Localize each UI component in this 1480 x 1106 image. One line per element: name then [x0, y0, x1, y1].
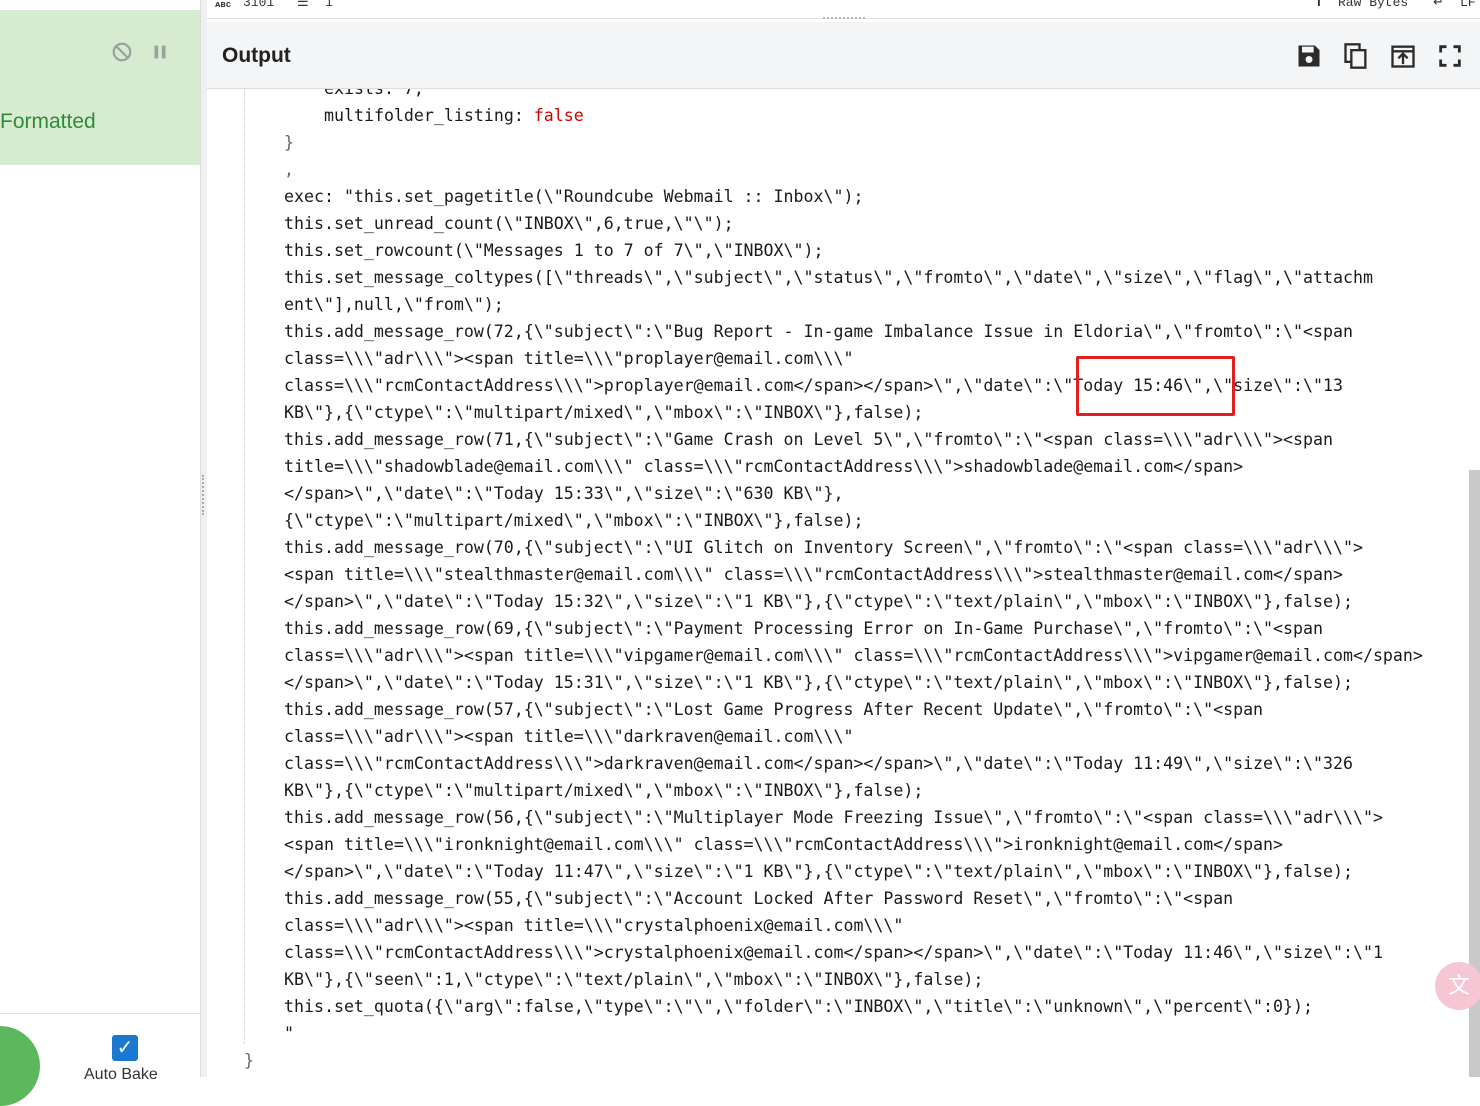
- code-line: <span title=\\\"ironknight@email.com\\\"…: [284, 831, 1283, 858]
- code-token: this.add_message_row(57,{\"subject\":\"L…: [284, 700, 1264, 719]
- code-token: title=\\\"shadowblade@email.com\\\" clas…: [284, 457, 1244, 476]
- length-icon: ᴀʙᴄ: [215, 0, 232, 10]
- code-token: ent\"],null,\"from\");: [284, 295, 504, 314]
- recipe-pane: Formatted ✓ Auto Bake: [0, 0, 200, 1106]
- recipe-step-formatted[interactable]: Formatted: [0, 10, 200, 165]
- code-line: KB\"},{\"ctype\":\"multipart/mixed\",\"m…: [284, 777, 923, 804]
- pause-step-icon[interactable]: [148, 40, 172, 64]
- code-token: exists: 7,: [324, 89, 424, 98]
- code-token: this.set_unread_count(\"INBOX\",6,true,\…: [284, 214, 734, 233]
- code-token: </span>\",\"date\":\"Today 11:47\",\"siz…: [284, 862, 1353, 881]
- code-token: class=\\\"adr\\\"><span title=\\\"propla…: [284, 349, 854, 368]
- code-line: }: [244, 1047, 254, 1074]
- code-token: this.add_message_row(69,{\"subject\":\"P…: [284, 619, 1323, 638]
- code-line: </span>\",\"date\":\"Today 15:33\",\"siz…: [284, 480, 843, 507]
- code-line: multifolder_listing: false: [324, 102, 584, 129]
- code-line: this.add_message_row(57,{\"subject\":\"L…: [284, 696, 1263, 723]
- code-token: </span>\",\"date\":\"Today 15:32\",\"siz…: [284, 592, 1353, 611]
- disable-step-icon[interactable]: [110, 40, 134, 64]
- code-token: KB\"},{\"seen\":1,\"ctype\":\"text/plain…: [284, 970, 984, 989]
- code-token: <span title=\\\"stealthmaster@email.com\…: [284, 565, 1343, 584]
- code-token: exec: "this.set_pagetitle(\"Roundcube We…: [284, 187, 864, 206]
- length-value: 3101: [243, 0, 275, 10]
- code-line: }: [284, 129, 294, 156]
- code-line: </span>\",\"date\":\"Today 11:47\",\"siz…: [284, 858, 1353, 885]
- code-token: <span title=\\\"ironknight@email.com\\\"…: [284, 835, 1284, 854]
- code-line: </span>\",\"date\":\"Today 15:32\",\"siz…: [284, 588, 1353, 615]
- copy-icon[interactable]: [1340, 40, 1372, 72]
- code-line: this.set_quota({\"arg\":false,\"type\":\…: [284, 993, 1313, 1020]
- code-line: KB\"},{\"seen\":1,\"ctype\":\"text/plain…: [284, 966, 983, 993]
- code-token: multifolder_listing:: [324, 106, 534, 125]
- code-token: ": [284, 1024, 294, 1043]
- eol-label[interactable]: LF: [1460, 0, 1476, 10]
- code-line: this.add_message_row(56,{\"subject\":\"M…: [284, 804, 1383, 831]
- code-token: this.add_message_row(72,{\"subject\":\"B…: [284, 322, 1353, 341]
- code-token: this.add_message_row(55,{\"subject\":\"A…: [284, 889, 1234, 908]
- code-line: ent\"],null,\"from\");: [284, 291, 504, 318]
- code-token: {\"ctype\":\"multipart/mixed\",\"mbox\":…: [284, 511, 864, 530]
- eol-icon: ↵: [1433, 0, 1444, 10]
- code-line: class=\\\"adr\\\"><span title=\\\"propla…: [284, 345, 853, 372]
- code-token: ,: [284, 160, 294, 179]
- code-line: this.add_message_row(70,{\"subject\":\"U…: [284, 534, 1363, 561]
- code-token: false: [533, 106, 584, 125]
- text-size-icon: T: [1315, 0, 1323, 10]
- lines-value: 1: [325, 0, 333, 10]
- code-line: class=\\\"adr\\\"><span title=\\\"darkra…: [284, 723, 853, 750]
- pane-resize-handle[interactable]: [200, 0, 207, 1077]
- replace-input-icon[interactable]: [1387, 40, 1419, 72]
- auto-bake-checkbox[interactable]: ✓: [112, 1035, 138, 1061]
- code-token: class=\\\"adr\\\"><span title=\\\"darkra…: [284, 727, 854, 746]
- code-token: this.set_quota({\"arg\":false,\"type\":\…: [284, 997, 1313, 1016]
- maximize-icon[interactable]: [1434, 40, 1466, 72]
- code-token: this.add_message_row(56,{\"subject\":\"M…: [284, 808, 1383, 827]
- code-line: this.add_message_row(71,{\"subject\":\"G…: [284, 426, 1333, 453]
- code-line: ,: [284, 156, 294, 183]
- code-token: }: [284, 133, 294, 152]
- code-token: this.set_rowcount(\"Messages 1 to 7 of 7…: [284, 241, 824, 260]
- highlight-box-date: [1076, 356, 1235, 416]
- code-token: }: [244, 1051, 254, 1070]
- code-line: class=\\\"rcmContactAddress\\\">darkrave…: [284, 750, 1353, 777]
- code-line: {\"ctype\":\"multipart/mixed\",\"mbox\":…: [284, 507, 863, 534]
- raw-bytes-label[interactable]: Raw Bytes: [1338, 0, 1408, 10]
- recipe-step-label: Formatted: [0, 110, 96, 133]
- code-line: this.add_message_row(55,{\"subject\":\"A…: [284, 885, 1233, 912]
- auto-bake-label: Auto Bake: [84, 1066, 158, 1083]
- code-token: class=\\\"rcmContactAddress\\\">darkrave…: [284, 754, 1353, 773]
- code-line: <span title=\\\"stealthmaster@email.com\…: [284, 561, 1343, 588]
- code-token: this.add_message_row(71,{\"subject\":\"G…: [284, 430, 1333, 449]
- code-token: class=\\\"adr\\\"><span title=\\\"crysta…: [284, 916, 904, 935]
- code-token: this.set_message_coltypes([\"threads\",\…: [284, 268, 1373, 287]
- code-line: exec: "this.set_pagetitle(\"Roundcube We…: [284, 183, 863, 210]
- lines-icon: ☰: [297, 0, 309, 10]
- code-line: this.add_message_row(69,{\"subject\":\"P…: [284, 615, 1323, 642]
- code-token: </span>\",\"date\":\"Today 15:31\",\"siz…: [284, 673, 1353, 692]
- code-line: class=\\\"adr\\\"><span title=\\\"crysta…: [284, 912, 903, 939]
- code-line: title=\\\"shadowblade@email.com\\\" clas…: [284, 453, 1243, 480]
- code-line: this.set_message_coltypes([\"threads\",\…: [284, 264, 1373, 291]
- code-line: KB\"},{\"ctype\":\"multipart/mixed\",\"m…: [284, 399, 923, 426]
- code-line: this.set_rowcount(\"Messages 1 to 7 of 7…: [284, 237, 823, 264]
- code-line: class=\\\"adr\\\"><span title=\\\"vipgam…: [284, 642, 1423, 669]
- code-line: this.add_message_row(72,{\"subject\":\"B…: [284, 318, 1353, 345]
- code-token: class=\\\"adr\\\"><span title=\\\"vipgam…: [284, 646, 1423, 665]
- save-icon[interactable]: [1293, 40, 1325, 72]
- indent-guide: [244, 89, 245, 1044]
- code-token: class=\\\"rcmContactAddress\\\">crystalp…: [284, 943, 1383, 962]
- code-token: this.add_message_row(70,{\"subject\":\"U…: [284, 538, 1363, 557]
- code-line: this.set_unread_count(\"INBOX\",6,true,\…: [284, 210, 734, 237]
- code-line: exists: 7,: [324, 89, 424, 102]
- output-title: Output: [222, 44, 291, 67]
- code-token: KB\"},{\"ctype\":\"multipart/mixed\",\"m…: [284, 403, 924, 422]
- code-line: </span>\",\"date\":\"Today 15:31\",\"siz…: [284, 669, 1353, 696]
- translate-icon[interactable]: 文: [1435, 962, 1480, 1010]
- code-token: KB\"},{\"ctype\":\"multipart/mixed\",\"m…: [284, 781, 924, 800]
- output-header: Output: [207, 22, 1480, 89]
- output-text[interactable]: exists: 7, multifolder_listing: false}, ex…: [207, 89, 1469, 1077]
- code-line: class=\\\"rcmContactAddress\\\">crystalp…: [284, 939, 1383, 966]
- code-token: </span>\",\"date\":\"Today 15:33\",\"siz…: [284, 484, 844, 503]
- code-line: ": [284, 1020, 294, 1047]
